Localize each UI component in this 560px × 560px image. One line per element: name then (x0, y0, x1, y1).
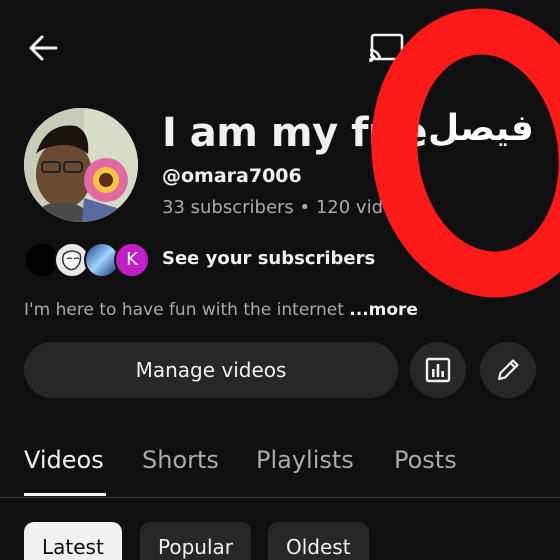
edit-channel-button[interactable] (480, 342, 536, 398)
subscriber-avatar-initial: K (114, 242, 150, 278)
channel-avatar-image (24, 108, 138, 222)
manage-videos-button[interactable]: Manage videos (24, 342, 398, 398)
filter-chip-popular[interactable]: Popular (140, 522, 251, 560)
tab-videos[interactable]: Videos (24, 446, 104, 474)
active-tab-indicator (24, 493, 106, 496)
channel-tabs: Videos Shorts Playlists Posts (0, 440, 560, 498)
see-subscribers-row[interactable]: K See your subscribers (24, 240, 384, 280)
pencil-icon (497, 359, 519, 381)
analytics-icon (425, 357, 451, 383)
more-link[interactable]: ...more (349, 300, 418, 320)
arrow-left-icon (29, 35, 58, 61)
see-subscribers-label: See your subscribers (162, 248, 376, 269)
tab-playlists[interactable]: Playlists (256, 446, 354, 474)
description-text: I'm here to have fun with the internet (24, 300, 350, 320)
tab-shorts[interactable]: Shorts (142, 446, 219, 474)
filter-chip-latest[interactable]: Latest (24, 522, 122, 560)
channel-avatar[interactable] (24, 108, 138, 222)
tab-posts[interactable]: Posts (394, 446, 457, 474)
channel-description[interactable]: I'm here to have fun with the internet .… (24, 300, 418, 320)
overlay-arabic-text: فيصل (428, 108, 534, 149)
back-button[interactable] (24, 28, 64, 68)
channel-stats: 33 subscribers • 120 video (162, 197, 406, 218)
channel-handle: @omara7006 (162, 165, 302, 187)
analytics-button[interactable] (410, 342, 466, 398)
filter-chip-oldest[interactable]: Oldest (268, 522, 369, 560)
subscriber-avatars: K (24, 242, 154, 278)
